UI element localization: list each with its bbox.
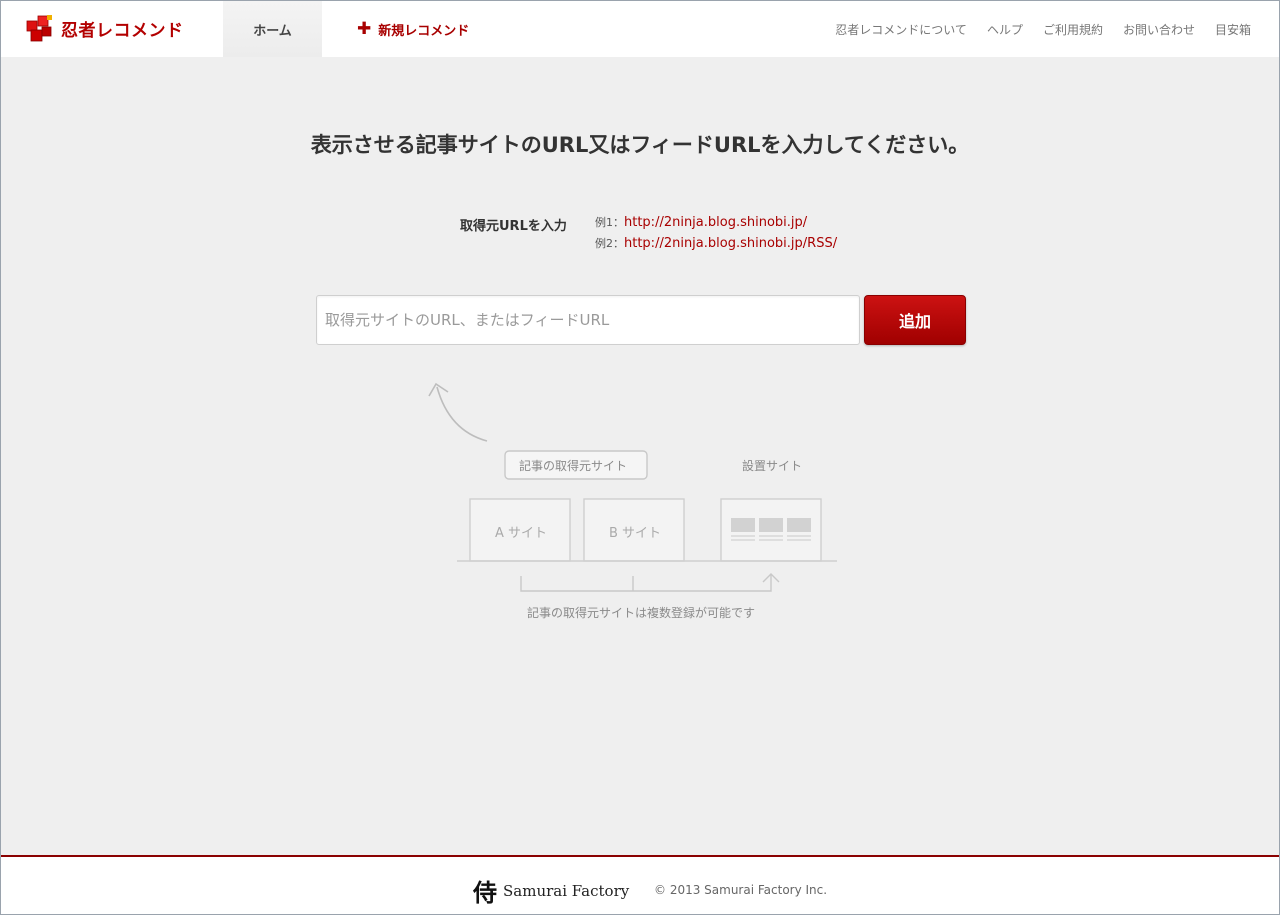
link-suggestion-box[interactable]: 目安箱 [1215, 21, 1251, 38]
example-1-url-link[interactable]: http://2ninja.blog.shinobi.jp/ [624, 215, 807, 230]
placement-site-label: 設置サイト [742, 459, 803, 473]
example-2: 例2：http://2ninja.blog.shinobi.jp/RSS/ [595, 235, 837, 251]
samurai-kanji-logo: 侍 [473, 878, 497, 907]
footer: 侍 Samurai Factory © 2013 Samurai Factory… [1, 855, 1279, 914]
illustration: 記事の取得元サイト 設置サイト A サイト B サイト 記事の取得元サイトは複数… [421, 376, 861, 636]
source-url-label: 取得元URLを入力 [460, 219, 567, 234]
curved-arrow-icon [436, 386, 488, 442]
multiple-sites-note: 記事の取得元サイトは複数登録が可能です [526, 606, 755, 620]
site-a-label: A サイト [495, 526, 548, 541]
nav-new-recommend[interactable]: ✚ 新規レコメンド [357, 1, 469, 57]
copyright-text: © 2013 Samurai Factory Inc. [654, 883, 828, 897]
nav-new-recommend-label: 新規レコメンド [378, 23, 470, 39]
add-button[interactable]: 追加 [864, 295, 966, 345]
example-2-label: 例2： [595, 237, 624, 250]
link-help[interactable]: ヘルプ [987, 21, 1023, 38]
site-b-label: B サイト [609, 526, 662, 541]
samurai-factory-logo[interactable]: 侍 Samurai Factory [473, 873, 629, 908]
url-input[interactable] [316, 295, 860, 345]
link-contact[interactable]: お問い合わせ [1123, 21, 1195, 38]
example-2-url-link[interactable]: http://2ninja.blog.shinobi.jp/RSS/ [624, 236, 837, 251]
header: 忍者レコメンド ホーム ✚ 新規レコメンド 忍者レコメンドについて ヘルプ ご利… [1, 1, 1279, 57]
logo[interactable]: 忍者レコメンド [25, 11, 184, 45]
footer-brand-name: Samurai Factory [503, 881, 630, 900]
example-1-label: 例1： [595, 216, 624, 229]
ninja-cube-logo-icon [26, 15, 52, 42]
illustration-drawing [428, 382, 837, 592]
page-title: 表示させる記事サイトのURL又はフィードURLを入力してください。 [310, 133, 970, 157]
example-1: 例1：http://2ninja.blog.shinobi.jp/ [595, 214, 807, 230]
logo-text: 忍者レコメンド [61, 20, 184, 41]
link-about[interactable]: 忍者レコメンドについて [835, 21, 967, 38]
plus-icon: ✚ [357, 18, 372, 39]
source-site-label: 記事の取得元サイト [519, 459, 628, 473]
header-links: 忍者レコメンドについて ヘルプ ご利用規約 お問い合わせ 目安箱 [835, 1, 1251, 57]
link-terms[interactable]: ご利用規約 [1043, 21, 1103, 38]
nav-home-tab[interactable]: ホーム [223, 1, 322, 57]
